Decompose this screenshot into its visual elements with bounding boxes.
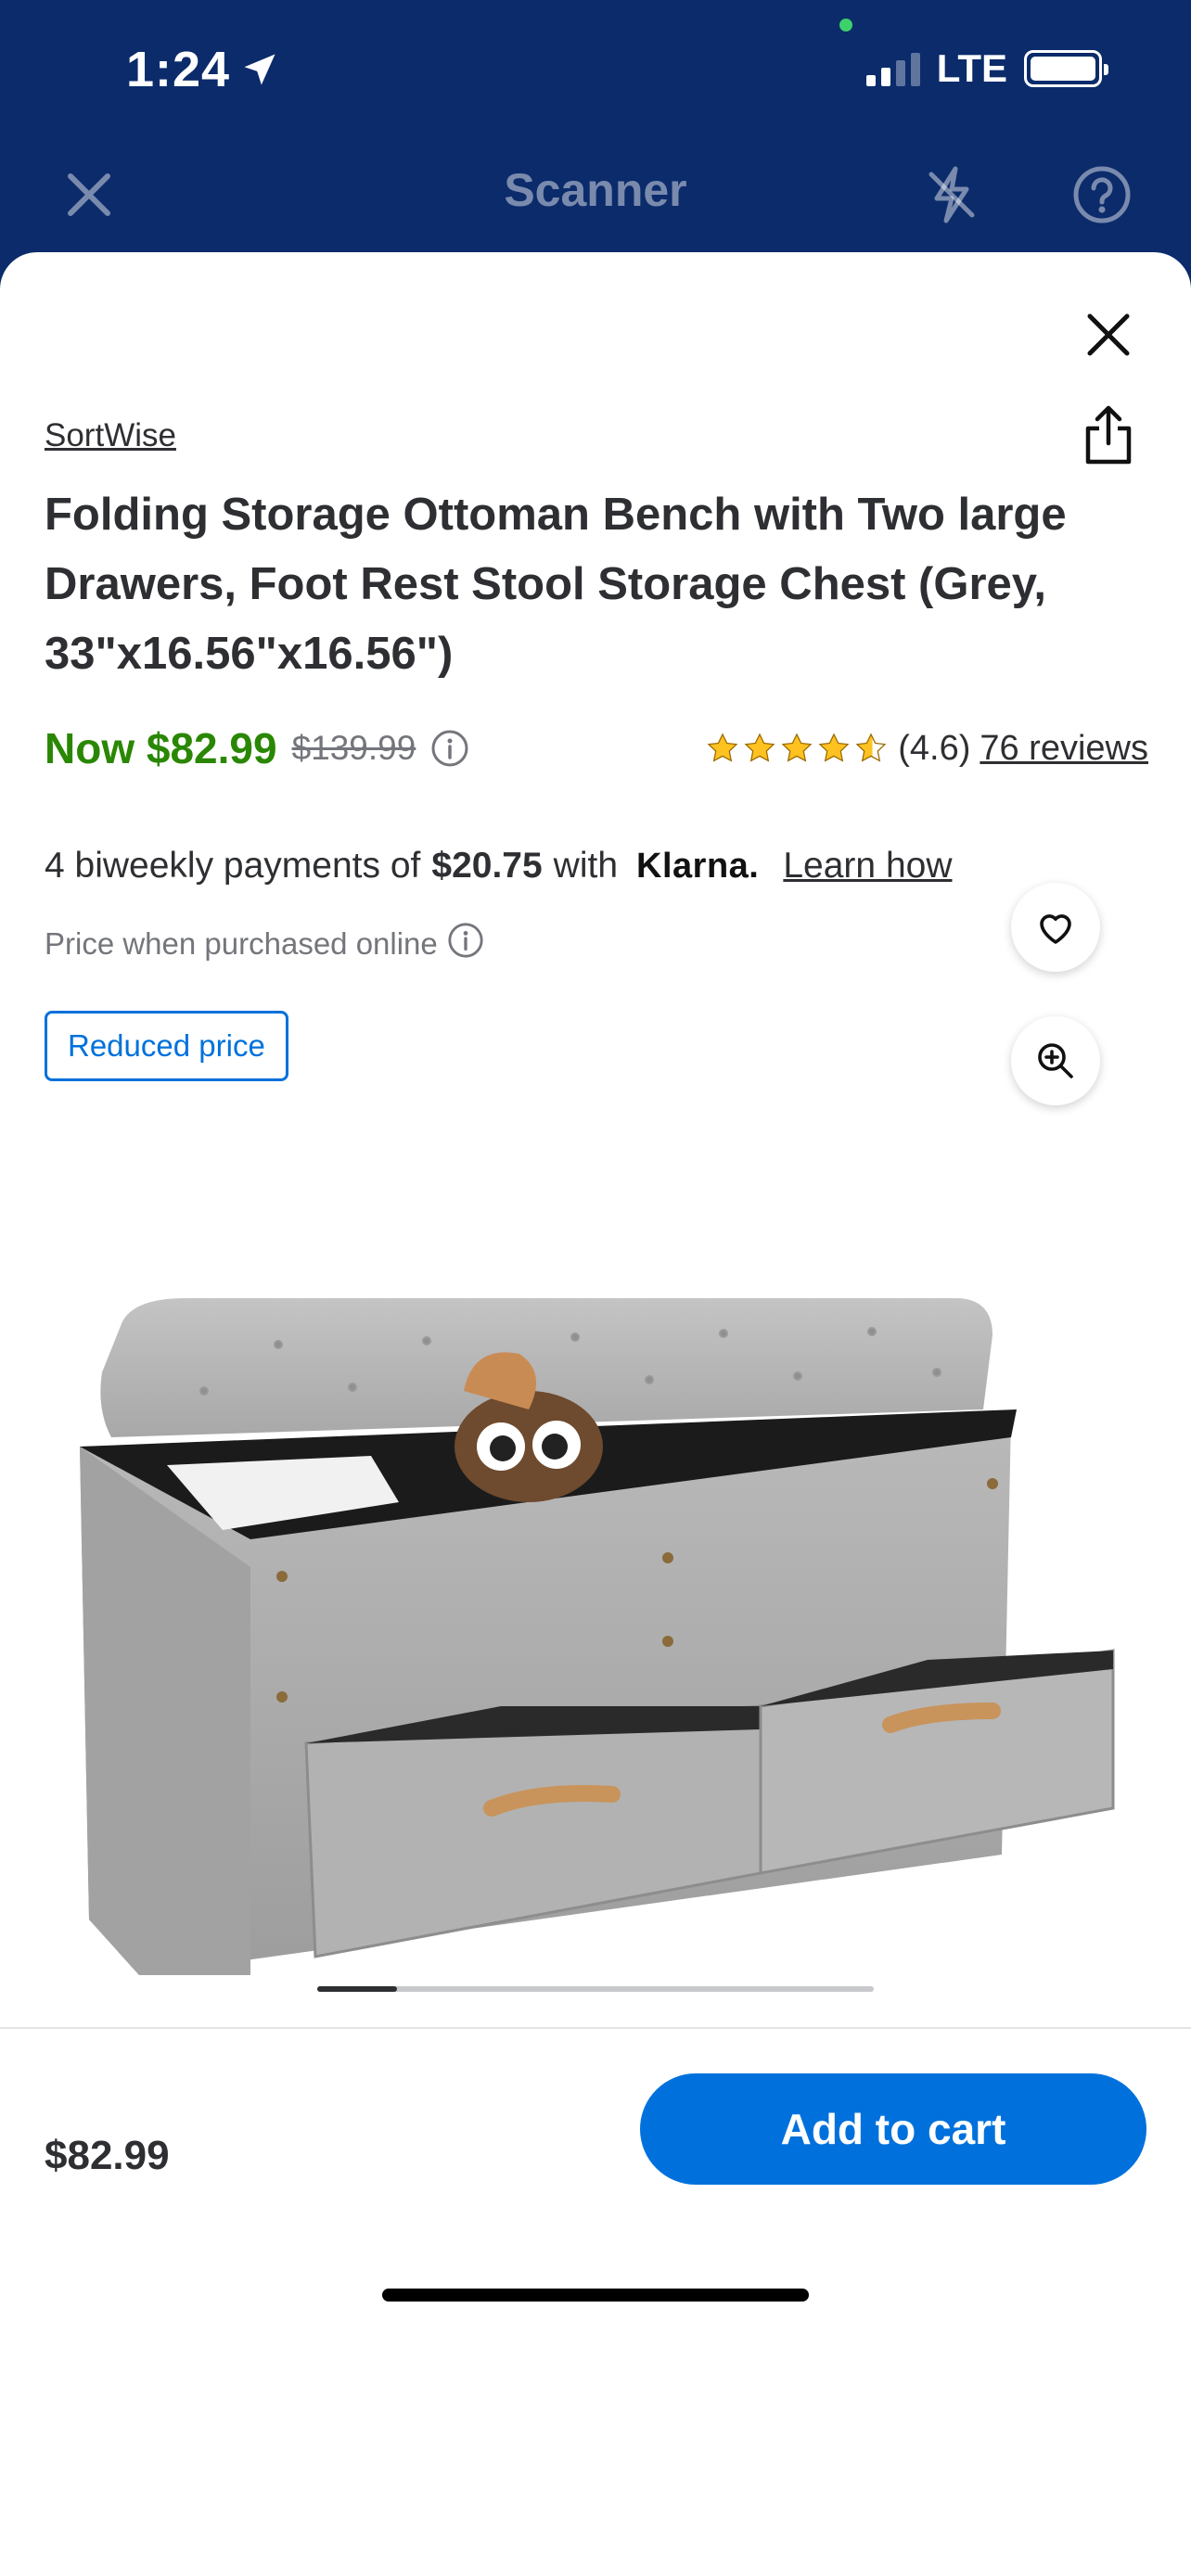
flash-toggle-button[interactable]: [915, 158, 989, 232]
status-indicators: LTE: [865, 46, 1108, 91]
star-icon: [744, 733, 775, 762]
location-arrow-icon: [244, 54, 275, 85]
share-button[interactable]: [1067, 393, 1150, 477]
star-icon: [818, 733, 850, 762]
share-icon: [1085, 405, 1132, 465]
help-icon: [1073, 166, 1131, 223]
zoom-button[interactable]: [1011, 1016, 1100, 1105]
was-price: $139.99: [291, 729, 416, 767]
flash-off-icon: [928, 166, 975, 223]
klarna-amount: $20.75: [431, 846, 543, 886]
star-icon: [707, 733, 738, 762]
footer-divider: [0, 2027, 1191, 2029]
network-label: LTE: [936, 46, 1007, 90]
add-to-cart-button[interactable]: Add to cart: [640, 2073, 1146, 2185]
signal-icon: [865, 51, 920, 86]
status-time: 1:24: [126, 41, 280, 98]
zoom-in-icon: [1038, 1043, 1073, 1078]
home-indicator[interactable]: [382, 2289, 809, 2302]
klarna-with: with: [553, 846, 619, 886]
close-icon: [1087, 313, 1130, 356]
brand-link[interactable]: SortWise: [45, 417, 176, 454]
learn-how-link[interactable]: Learn how: [783, 846, 952, 886]
status-bar: 1:24 LTE: [0, 0, 1191, 139]
klarna-prefix: 4 biweekly payments of: [45, 846, 421, 886]
footer-price: $82.99: [45, 2133, 170, 2178]
star-half-icon: [855, 733, 887, 762]
current-price: Now $82.99: [45, 724, 277, 772]
scanner-title: Scanner: [504, 164, 687, 216]
klarna-logo: Klarna.: [636, 846, 760, 886]
info-icon: [431, 730, 468, 767]
battery-icon: [1024, 50, 1108, 87]
price-info-button[interactable]: [430, 729, 469, 768]
star-icon: [781, 733, 813, 762]
rating-value: (4.6): [898, 728, 971, 768]
privacy-indicator-dot: [839, 19, 852, 32]
close-sheet-button[interactable]: [1067, 293, 1150, 376]
product-title: Folding Storage Ottoman Bench with Two l…: [45, 490, 1067, 679]
klarna-row: 4 biweekly payments of $20.75 with Klarn…: [45, 846, 953, 886]
favorite-button[interactable]: [1011, 883, 1100, 972]
scanner-header: Scanner: [0, 148, 1191, 250]
help-button[interactable]: [1065, 158, 1139, 232]
reviews-link[interactable]: 76 reviews: [980, 729, 1148, 769]
star-rating: [705, 731, 889, 766]
image-carousel-indicator[interactable]: [317, 1986, 874, 1992]
product-image[interactable]: [37, 890, 1150, 2059]
carousel-active-thumb: [317, 1986, 397, 1992]
heart-icon: [1040, 914, 1071, 944]
rating: (4.6) 76 reviews: [705, 729, 1148, 769]
price-row: Now $82.99 $139.99 (4.6) 76 reviews: [45, 716, 1148, 781]
